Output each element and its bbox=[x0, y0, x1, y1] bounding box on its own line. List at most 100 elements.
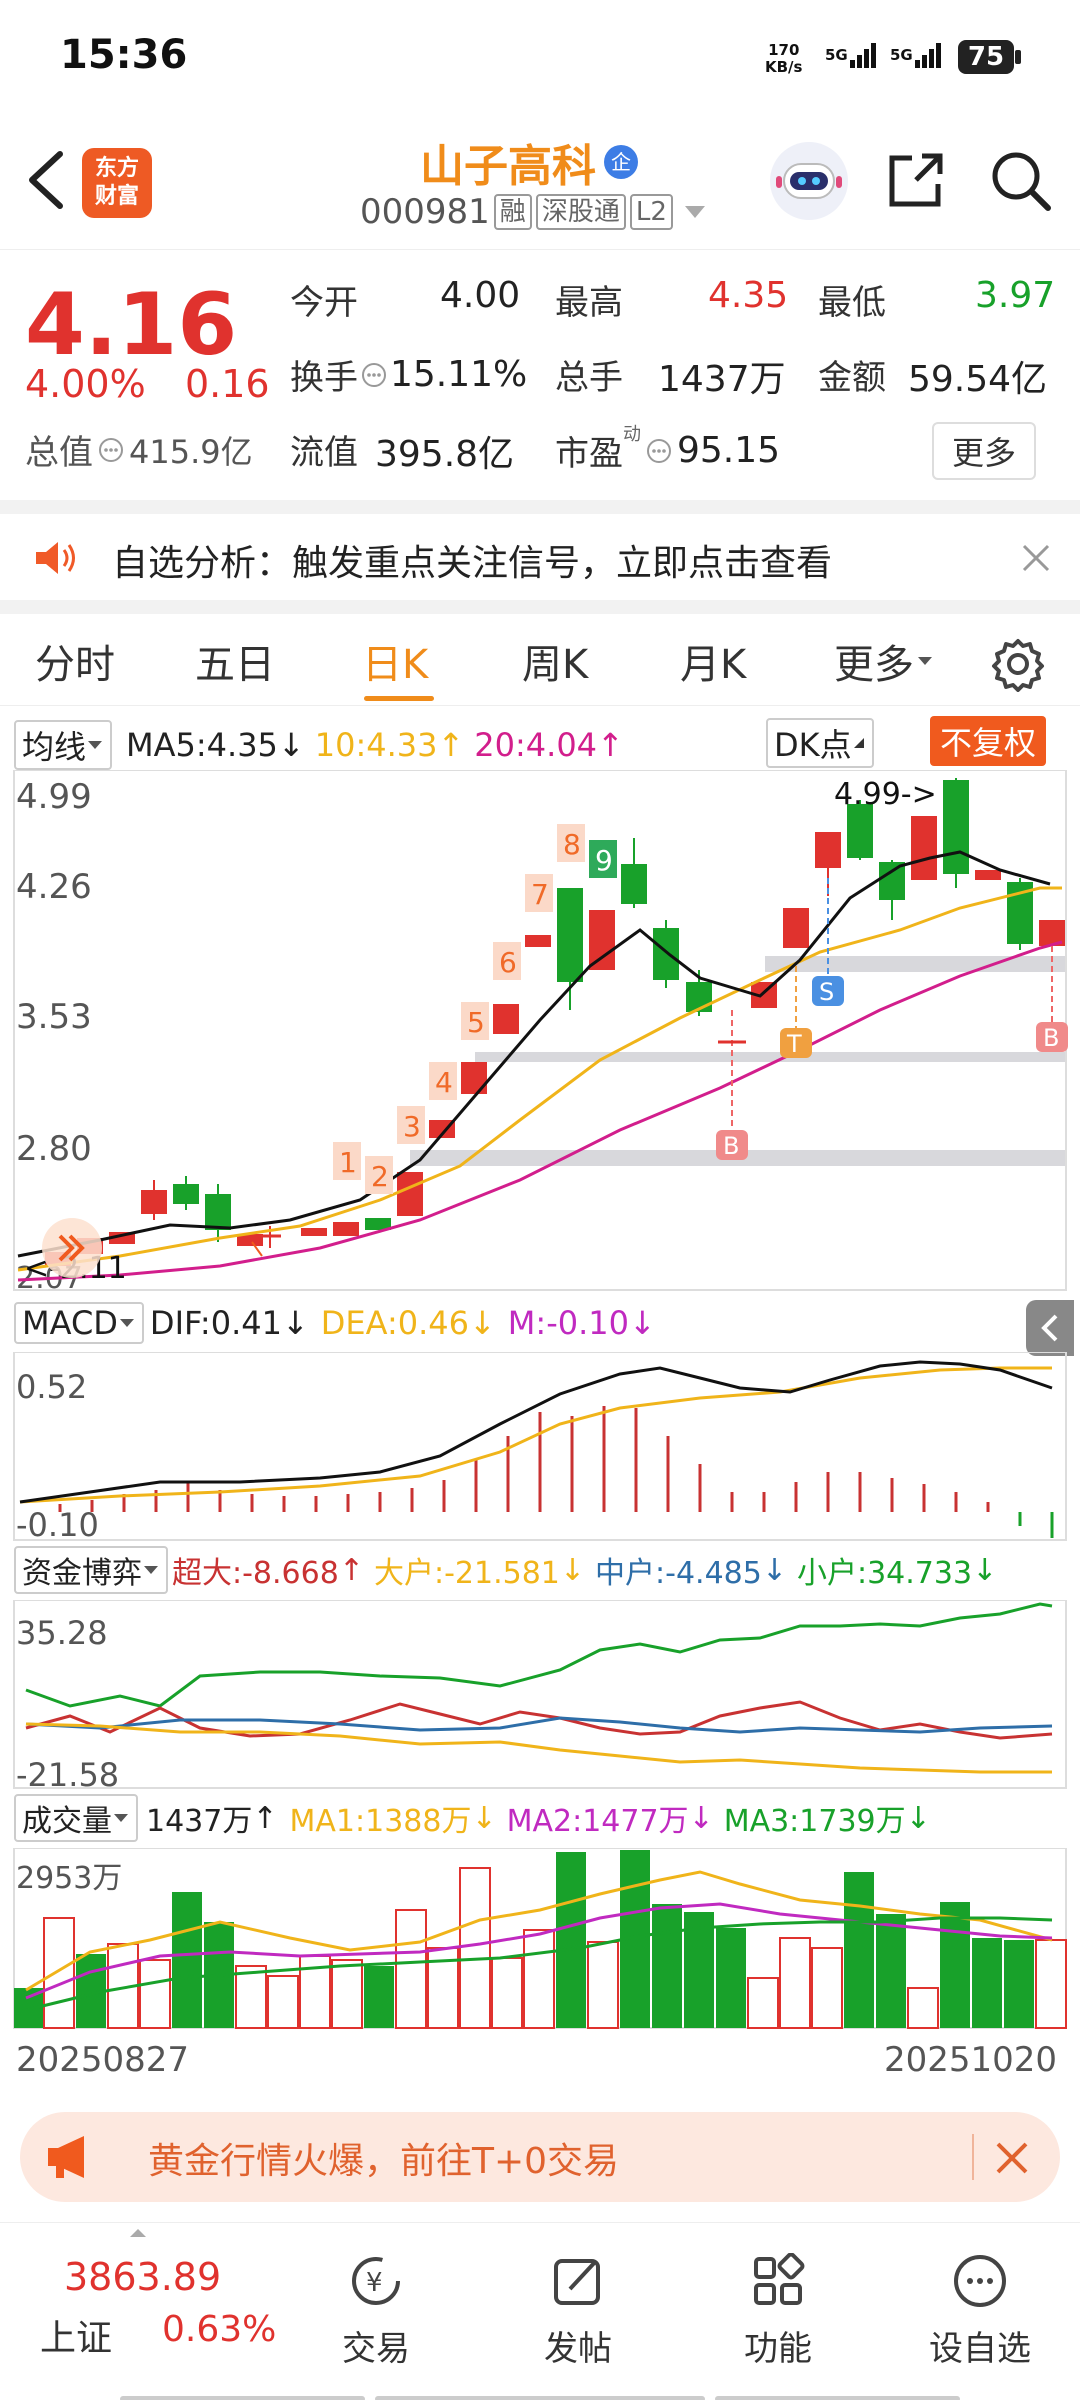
dropdown-arrow-icon bbox=[684, 206, 705, 218]
market-cap-item[interactable]: 总值 415.9亿 bbox=[25, 425, 253, 474]
candle bbox=[205, 1194, 231, 1230]
y-label: 0.52 bbox=[16, 1368, 87, 1406]
back-arrow-icon[interactable] bbox=[22, 148, 66, 212]
ma20-value: 20:4.04 bbox=[474, 726, 598, 764]
candle bbox=[141, 1190, 167, 1214]
macd-histogram bbox=[58, 1406, 990, 1512]
candle bbox=[525, 935, 551, 947]
candle bbox=[173, 1184, 199, 1204]
svg-text:1: 1 bbox=[339, 1146, 357, 1179]
candle bbox=[621, 864, 647, 904]
m-value: M:-0.10 bbox=[507, 1304, 629, 1342]
svg-text:2: 2 bbox=[371, 1160, 389, 1193]
stock-name: 山子高科 bbox=[420, 141, 596, 192]
tab-intraday[interactable]: 分时 bbox=[35, 632, 115, 690]
pe-value: 95.15 bbox=[677, 430, 781, 471]
chevron-left-icon bbox=[1041, 1314, 1058, 1342]
nav-post[interactable]: 发帖 bbox=[508, 2253, 648, 2370]
volume-select[interactable]: 成交量 bbox=[14, 1794, 138, 1842]
battery-icon: 75 bbox=[958, 40, 1014, 74]
banner-divider bbox=[972, 2134, 974, 2180]
active-tab-indicator bbox=[364, 696, 434, 701]
tab-daily-k[interactable]: 日K bbox=[362, 632, 428, 690]
close-icon[interactable] bbox=[1018, 540, 1054, 576]
svg-text:5: 5 bbox=[467, 1006, 485, 1039]
candle bbox=[493, 1004, 519, 1034]
candle bbox=[783, 908, 809, 948]
candle bbox=[815, 832, 841, 868]
nav-functions[interactable]: 功能 bbox=[708, 2252, 848, 2370]
more-dots-icon bbox=[954, 2255, 1006, 2307]
dk-point-toggle[interactable]: DK点 bbox=[766, 718, 874, 768]
more-button[interactable]: 更多 bbox=[932, 422, 1037, 480]
period-tabs: 分时 五日 日K 周K 月K 更多 bbox=[0, 614, 1080, 706]
mid-line bbox=[25, 1716, 1053, 1734]
stock-code-row[interactable]: 000981 融 深股通 L2 bbox=[360, 192, 709, 232]
high-label: 最高 bbox=[555, 283, 623, 323]
float-cap-label: 流值 bbox=[290, 433, 358, 473]
svg-text:9: 9 bbox=[595, 844, 613, 877]
macd-chart[interactable]: 0.52 -0.10 bbox=[0, 1352, 1080, 1542]
collapse-panel-button[interactable] bbox=[1026, 1300, 1074, 1356]
candle bbox=[461, 1062, 487, 1094]
promo-banner[interactable]: 黄金行情火爆，前往T+0交易 bbox=[20, 2112, 1060, 2202]
svg-text:3: 3 bbox=[403, 1110, 421, 1143]
trade-icon: ¥ bbox=[352, 2257, 400, 2305]
connect-tag: 深股通 bbox=[535, 194, 626, 230]
adjust-button[interactable]: 不复权 bbox=[930, 716, 1047, 766]
candle bbox=[653, 928, 679, 980]
alert-text: 自选分析：触发重点关注信号，立即点击查看 bbox=[112, 543, 833, 584]
candle bbox=[911, 816, 937, 880]
net-speed: 170 KB/s bbox=[765, 41, 803, 76]
megaphone-icon bbox=[48, 2136, 84, 2178]
robot-assistant-icon[interactable] bbox=[770, 142, 848, 220]
nav-add-watchlist[interactable]: 设自选 bbox=[910, 2253, 1050, 2370]
candle bbox=[557, 888, 583, 982]
macd-select[interactable]: MACD bbox=[14, 1302, 144, 1344]
y-label: -0.10 bbox=[16, 1506, 99, 1542]
stock-code: 000981 bbox=[360, 192, 490, 232]
stock-title: 山子高科 企 bbox=[420, 130, 638, 194]
large-value: 大户:-21.581 bbox=[373, 1556, 560, 1591]
ma-indicator-bar: 均线 MA5:4.35 ↓ 10:4.33 ↑ 20:4.04 ↑ bbox=[14, 720, 1074, 770]
signal-icon: 5G bbox=[825, 40, 880, 70]
close-icon[interactable] bbox=[992, 2138, 1032, 2178]
y-label: 3.53 bbox=[16, 997, 92, 1037]
alert-bar[interactable]: 自选分析：触发重点关注信号，立即点击查看 bbox=[0, 514, 1080, 600]
share-icon[interactable] bbox=[882, 148, 948, 214]
tab-weekly-k[interactable]: 周K bbox=[522, 632, 588, 690]
margin-tag: 融 bbox=[493, 194, 532, 230]
index-value[interactable]: 3863.89 bbox=[64, 2255, 221, 2299]
nav-trade[interactable]: ¥ 交易 bbox=[306, 2253, 446, 2370]
svg-text:B: B bbox=[723, 1132, 739, 1160]
market-cap-value: 415.9亿 bbox=[129, 432, 253, 471]
low-label: 最低 bbox=[818, 283, 886, 323]
ma5-value: MA5:4.35 bbox=[126, 726, 278, 764]
eastmoney-logo[interactable]: 东方 财富 bbox=[82, 148, 152, 218]
ma-select[interactable]: 均线 bbox=[14, 720, 113, 770]
search-icon[interactable] bbox=[988, 148, 1054, 214]
y-label: 4.99 bbox=[16, 777, 92, 817]
kline-chart[interactable]: 4.99 4.26 3.53 2.80 2.07 1 2 3 4 5 6 7 8… bbox=[0, 770, 1080, 1295]
open-label: 今开 bbox=[290, 283, 358, 323]
amount-label: 金额 bbox=[818, 358, 886, 398]
tab-five-day[interactable]: 五日 bbox=[195, 632, 275, 690]
info-dots-icon bbox=[362, 362, 386, 387]
vol-ma2: MA2:1477万 bbox=[506, 1804, 689, 1839]
fund-flow-chart[interactable]: 35.28 -21.58 bbox=[0, 1600, 1080, 1790]
tab-more[interactable]: 更多 bbox=[834, 632, 936, 690]
pe-item[interactable]: 市盈 动 95.15 bbox=[555, 420, 780, 475]
fund-flow-select[interactable]: 资金博弈 bbox=[14, 1546, 168, 1594]
signal-icon-2: 5G bbox=[890, 40, 945, 70]
turnover-item[interactable]: 换手 15.11% bbox=[290, 350, 527, 399]
volume-chart[interactable]: 2953万 bbox=[0, 1848, 1080, 2030]
svg-text:7: 7 bbox=[531, 878, 549, 911]
svg-text:8: 8 bbox=[563, 828, 581, 861]
tab-monthly-k[interactable]: 月K bbox=[680, 632, 746, 690]
settings-gear-icon[interactable] bbox=[990, 636, 1046, 692]
macd-indicator-bar: MACD DIF:0.41 ↓ DEA:0.46 ↓ M:-0.10 ↓ bbox=[14, 1302, 1074, 1344]
support-band bbox=[475, 1052, 1065, 1062]
level-tag: L2 bbox=[629, 194, 673, 230]
battery-tip bbox=[1015, 50, 1021, 64]
index-percent: 0.63% bbox=[162, 2309, 277, 2350]
